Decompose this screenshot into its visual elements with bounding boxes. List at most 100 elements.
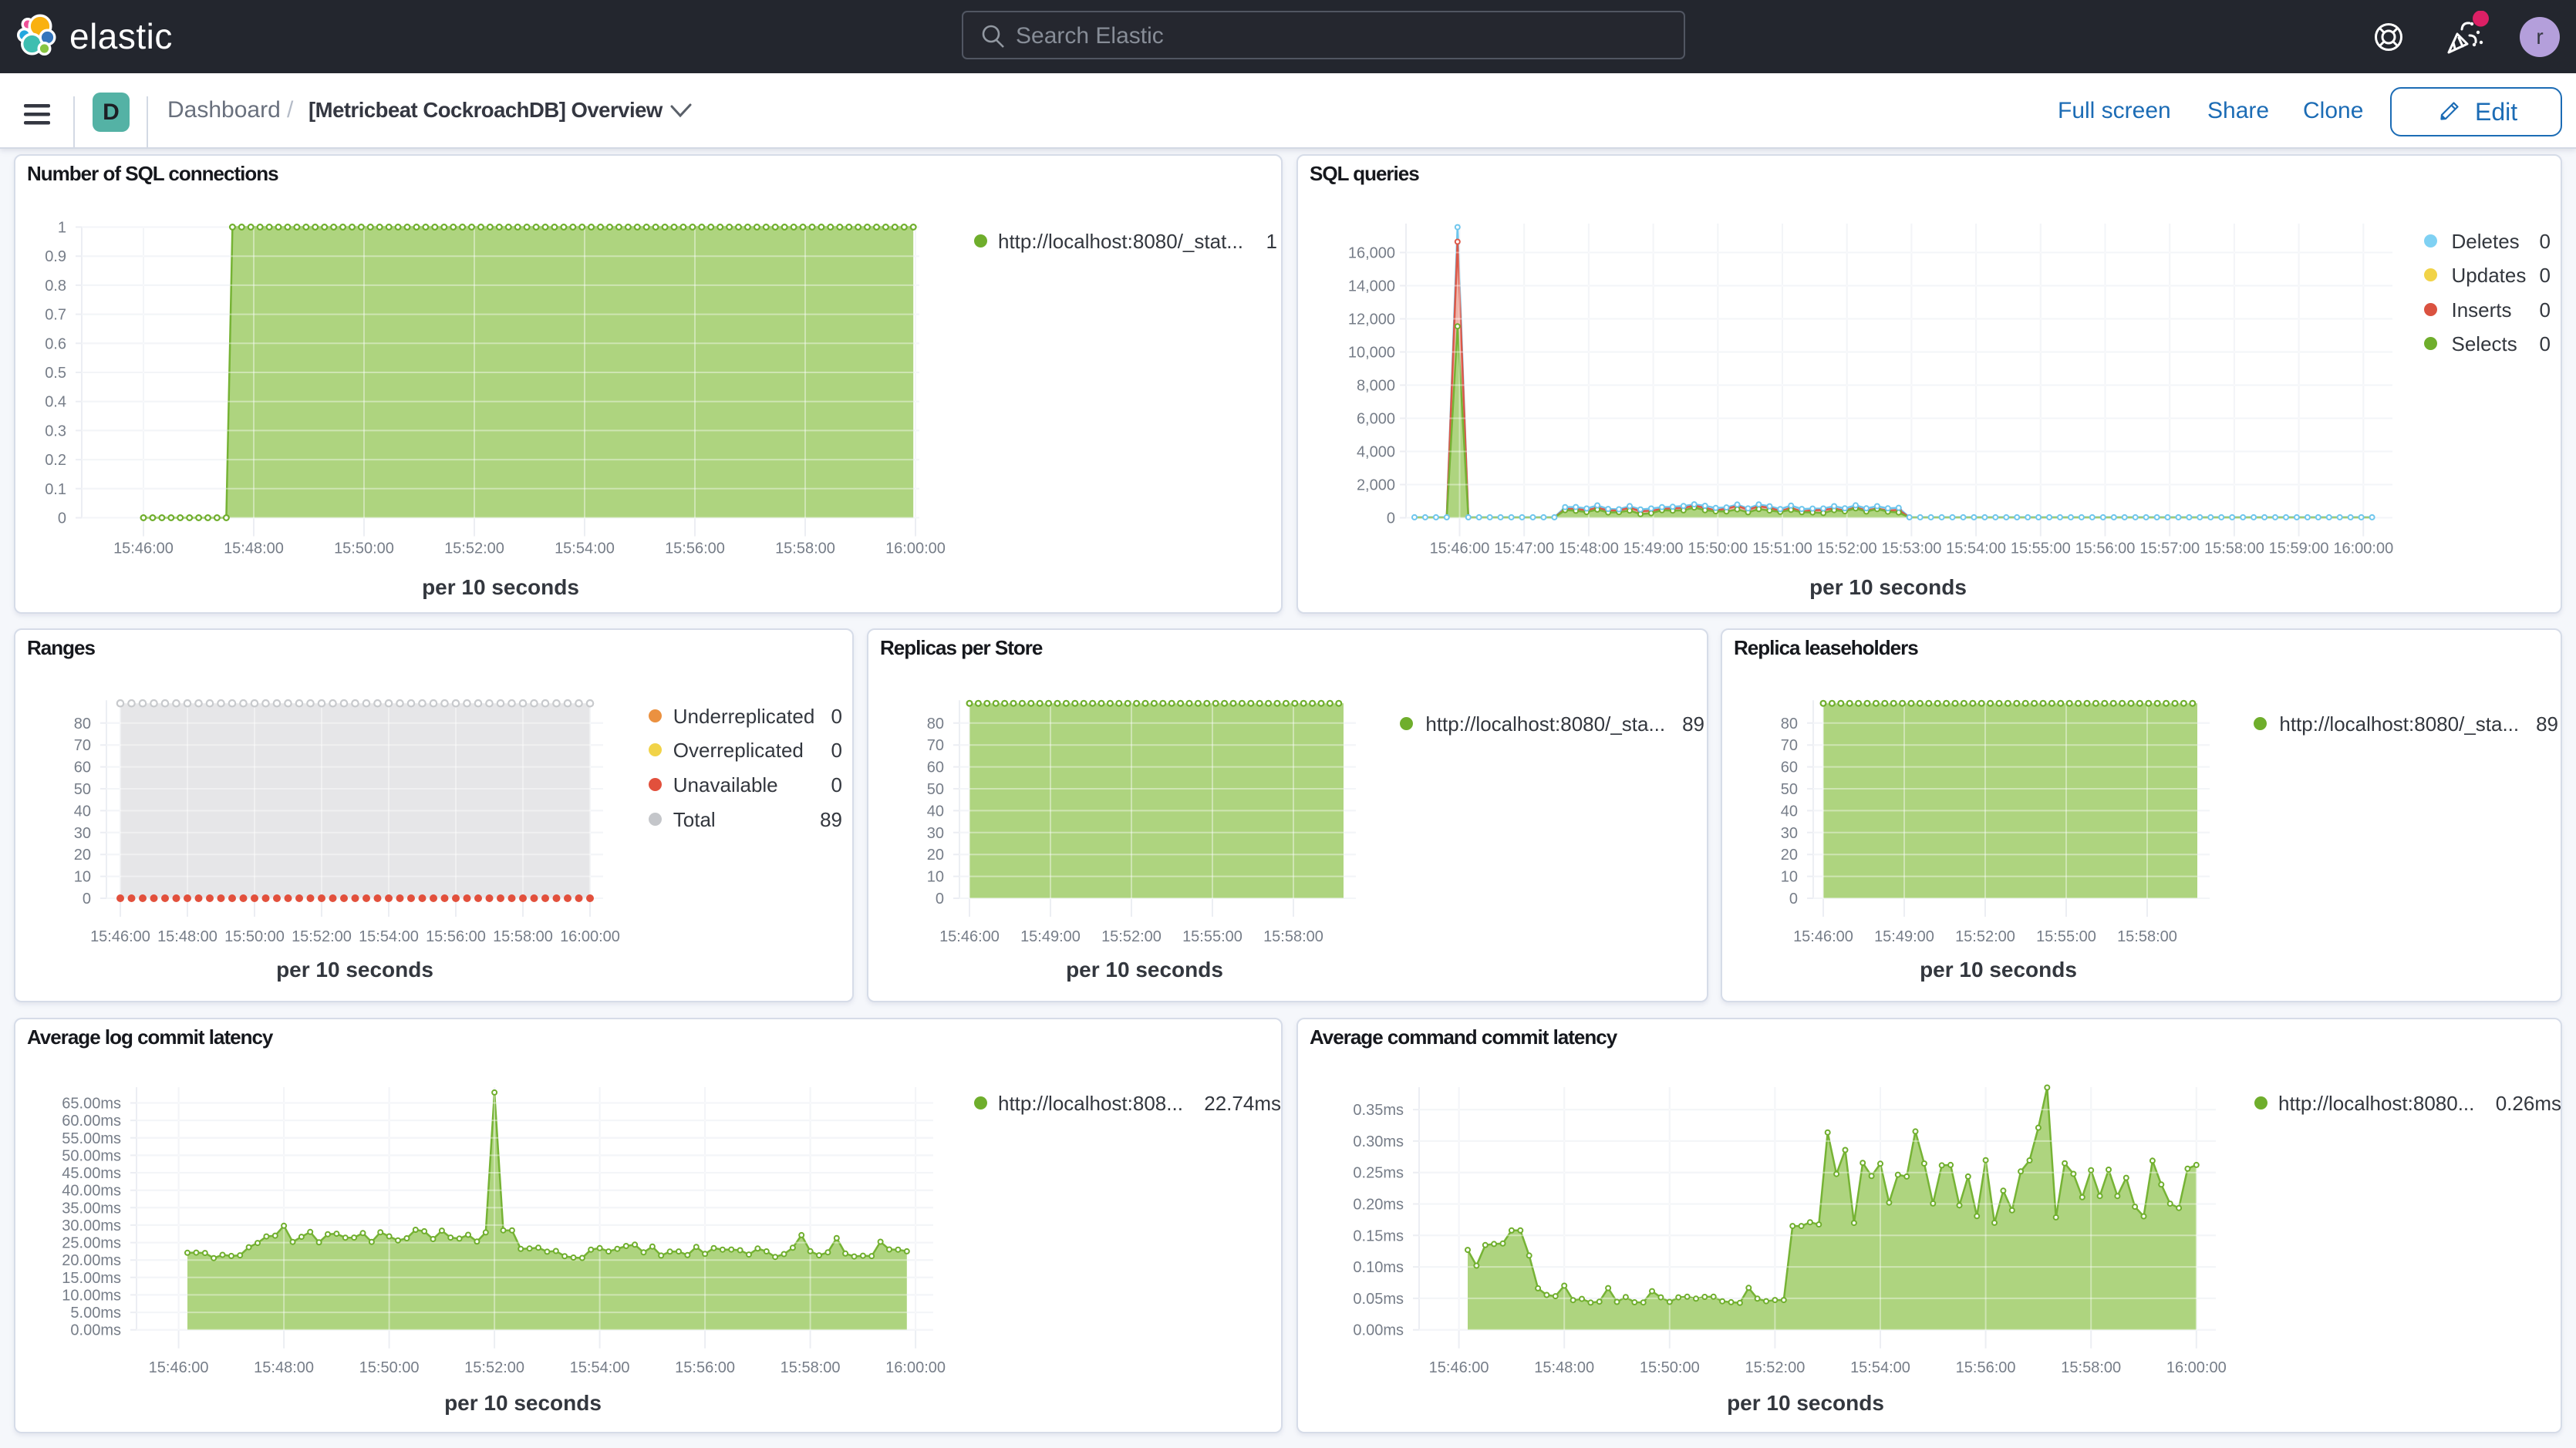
svg-text:55.00ms: 55.00ms: [62, 1130, 121, 1147]
svg-text:20: 20: [1781, 847, 1798, 864]
svg-text:70: 70: [1781, 737, 1798, 754]
svg-text:15:51:00: 15:51:00: [1752, 540, 1812, 557]
svg-text:0: 0: [1387, 510, 1395, 527]
svg-text:0.20ms: 0.20ms: [1353, 1197, 1404, 1214]
svg-text:15:47:00: 15:47:00: [1494, 540, 1554, 557]
svg-text:15:55:00: 15:55:00: [1182, 928, 1242, 945]
svg-text:10: 10: [927, 869, 944, 886]
svg-text:15:52:00: 15:52:00: [1101, 928, 1162, 945]
svg-text:25.00ms: 25.00ms: [62, 1235, 121, 1252]
svg-text:15.00ms: 15.00ms: [62, 1270, 121, 1287]
svg-text:2,000: 2,000: [1357, 477, 1395, 494]
svg-text:0.7: 0.7: [45, 307, 66, 324]
svg-text:15:56:00: 15:56:00: [1956, 1359, 2016, 1376]
svg-text:15:50:00: 15:50:00: [359, 1359, 420, 1376]
svg-text:15:58:00: 15:58:00: [2204, 540, 2264, 557]
svg-text:5.00ms: 5.00ms: [70, 1305, 121, 1322]
svg-text:15:46:00: 15:46:00: [1430, 540, 1490, 557]
svg-text:15:52:00: 15:52:00: [1955, 928, 2015, 945]
svg-text:15:55:00: 15:55:00: [2011, 540, 2071, 557]
svg-text:15:52:00: 15:52:00: [292, 928, 352, 945]
svg-text:15:58:00: 15:58:00: [2061, 1359, 2121, 1376]
svg-text:14,000: 14,000: [1348, 278, 1395, 295]
svg-text:15:58:00: 15:58:00: [2117, 928, 2177, 945]
svg-text:40: 40: [927, 803, 944, 820]
svg-text:0.00ms: 0.00ms: [70, 1322, 121, 1339]
svg-text:0.5: 0.5: [45, 365, 66, 382]
svg-text:60: 60: [927, 759, 944, 776]
svg-text:0.8: 0.8: [45, 278, 66, 295]
svg-text:15:48:00: 15:48:00: [157, 928, 217, 945]
svg-text:0.9: 0.9: [45, 248, 66, 265]
svg-text:15:46:00: 15:46:00: [939, 928, 1000, 945]
svg-text:80: 80: [927, 716, 944, 732]
svg-text:16:00:00: 16:00:00: [560, 928, 620, 945]
svg-text:15:54:00: 15:54:00: [570, 1359, 630, 1376]
svg-text:15:48:00: 15:48:00: [1534, 1359, 1594, 1376]
svg-text:15:52:00: 15:52:00: [1745, 1359, 1805, 1376]
svg-text:per 10 seconds: per 10 seconds: [1066, 958, 1223, 982]
svg-text:15:46:00: 15:46:00: [90, 928, 150, 945]
svg-text:15:56:00: 15:56:00: [2075, 540, 2136, 557]
svg-text:per 10 seconds: per 10 seconds: [422, 575, 579, 599]
svg-text:0.00ms: 0.00ms: [1353, 1322, 1404, 1339]
svg-text:15:50:00: 15:50:00: [1640, 1359, 1700, 1376]
svg-text:0: 0: [1789, 891, 1798, 908]
svg-text:15:56:00: 15:56:00: [426, 928, 486, 945]
svg-text:40: 40: [1781, 803, 1798, 820]
svg-text:10: 10: [1781, 869, 1798, 886]
svg-text:15:48:00: 15:48:00: [254, 1359, 314, 1376]
svg-text:8,000: 8,000: [1357, 378, 1395, 395]
svg-text:16:00:00: 16:00:00: [885, 1359, 946, 1376]
svg-text:per 10 seconds: per 10 seconds: [276, 958, 433, 982]
svg-text:10: 10: [74, 869, 91, 886]
svg-text:15:48:00: 15:48:00: [1559, 540, 1619, 557]
svg-text:15:56:00: 15:56:00: [665, 540, 725, 557]
svg-text:0: 0: [58, 510, 66, 527]
svg-text:12,000: 12,000: [1348, 311, 1395, 328]
svg-text:0.3: 0.3: [45, 423, 66, 439]
svg-text:10,000: 10,000: [1348, 345, 1395, 362]
svg-text:60: 60: [1781, 759, 1798, 776]
svg-text:30: 30: [927, 825, 944, 842]
svg-text:0.6: 0.6: [45, 335, 66, 352]
svg-text:15:46:00: 15:46:00: [113, 540, 174, 557]
svg-text:60: 60: [74, 759, 91, 776]
svg-text:4,000: 4,000: [1357, 444, 1395, 461]
svg-text:50: 50: [74, 781, 91, 798]
svg-text:15:54:00: 15:54:00: [1850, 1359, 1910, 1376]
svg-text:15:50:00: 15:50:00: [334, 540, 394, 557]
svg-text:15:54:00: 15:54:00: [555, 540, 615, 557]
svg-text:0.30ms: 0.30ms: [1353, 1133, 1404, 1150]
svg-text:15:52:00: 15:52:00: [444, 540, 504, 557]
svg-text:16:00:00: 16:00:00: [2166, 1359, 2227, 1376]
svg-text:15:50:00: 15:50:00: [224, 928, 285, 945]
svg-text:60.00ms: 60.00ms: [62, 1113, 121, 1130]
svg-text:50.00ms: 50.00ms: [62, 1147, 121, 1164]
svg-text:80: 80: [1781, 716, 1798, 732]
svg-text:45.00ms: 45.00ms: [62, 1165, 121, 1182]
svg-text:50: 50: [927, 781, 944, 798]
svg-text:per 10 seconds: per 10 seconds: [1727, 1391, 1884, 1415]
svg-text:65.00ms: 65.00ms: [62, 1096, 121, 1113]
svg-text:50: 50: [1781, 781, 1798, 798]
svg-text:80: 80: [74, 716, 91, 732]
svg-text:per 10 seconds: per 10 seconds: [444, 1391, 602, 1415]
svg-text:0: 0: [83, 891, 91, 908]
svg-text:15:52:00: 15:52:00: [464, 1359, 524, 1376]
svg-text:per 10 seconds: per 10 seconds: [1920, 958, 2077, 982]
svg-text:15:58:00: 15:58:00: [1263, 928, 1323, 945]
svg-text:30: 30: [74, 825, 91, 842]
svg-text:15:54:00: 15:54:00: [359, 928, 419, 945]
svg-text:16:00:00: 16:00:00: [885, 540, 946, 557]
svg-text:15:55:00: 15:55:00: [2036, 928, 2096, 945]
svg-text:15:49:00: 15:49:00: [1623, 540, 1684, 557]
svg-text:15:59:00: 15:59:00: [2269, 540, 2329, 557]
svg-text:16:00:00: 16:00:00: [2333, 540, 2393, 557]
svg-text:0.15ms: 0.15ms: [1353, 1227, 1404, 1244]
svg-text:15:57:00: 15:57:00: [2139, 540, 2200, 557]
svg-text:30: 30: [1781, 825, 1798, 842]
svg-text:15:58:00: 15:58:00: [775, 540, 835, 557]
svg-text:10.00ms: 10.00ms: [62, 1287, 121, 1304]
svg-text:16,000: 16,000: [1348, 245, 1395, 262]
